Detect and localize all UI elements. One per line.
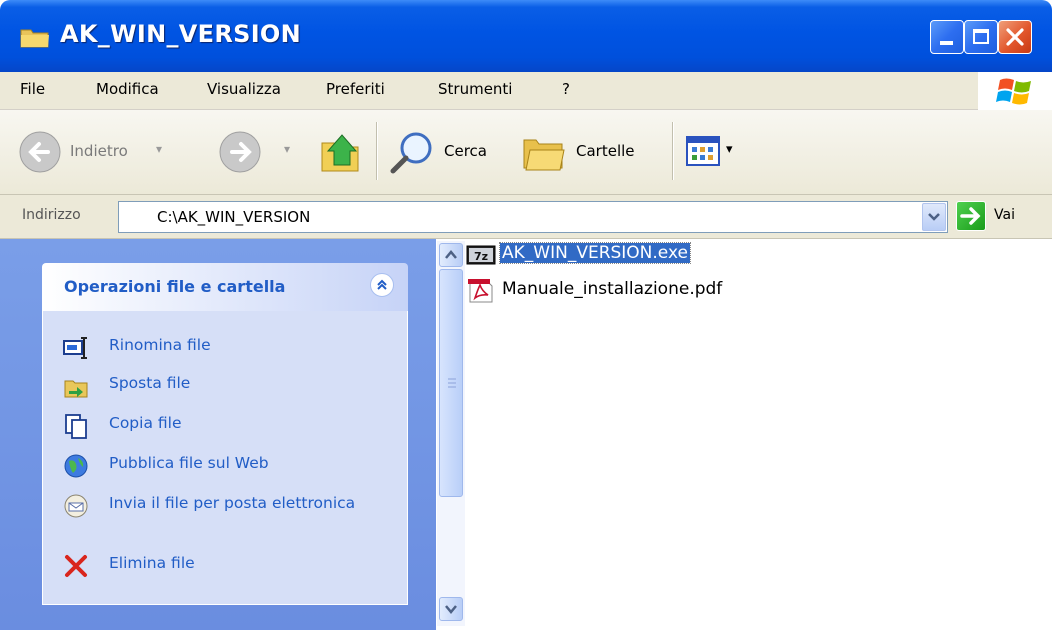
file-name: Manuale_installazione.pdf — [502, 279, 723, 299]
close-button[interactable] — [998, 20, 1032, 54]
folders-icon — [523, 139, 565, 171]
grip-icon — [448, 378, 456, 388]
scroll-thumb[interactable] — [439, 269, 463, 497]
vertical-scrollbar[interactable] — [437, 241, 465, 626]
search-label: Cerca — [444, 142, 487, 160]
back-button[interactable]: Indietro ▾ — [18, 130, 198, 174]
double-chevron-up-icon — [377, 279, 387, 290]
chevron-up-icon — [445, 250, 457, 259]
7z-icon: 7z — [466, 245, 496, 265]
task-label: Copia file — [109, 414, 182, 432]
move-icon — [64, 380, 88, 398]
chevron-down-icon — [928, 213, 940, 221]
forward-arrow-icon — [219, 131, 261, 173]
file-name: AK_WIN_VERSION.exe — [499, 242, 691, 264]
address-value: C:\AK_WIN_VERSION — [157, 208, 311, 226]
address-dropdown-button[interactable] — [922, 203, 946, 231]
folder-icon — [20, 29, 49, 48]
menu-preferiti[interactable]: Preferiti — [326, 80, 385, 98]
windows-flag-icon — [996, 78, 1031, 105]
svg-text:7z: 7z — [474, 250, 488, 263]
toolbar: Indietro ▾ ▾ Cerca Cartelle ▾ — [0, 110, 1052, 195]
copy-icon — [65, 414, 87, 439]
task-panel-header[interactable]: Operazioni file e cartella — [42, 263, 408, 311]
menu-modifica[interactable]: Modifica — [96, 80, 159, 98]
menu-file[interactable]: File — [20, 80, 45, 98]
email-icon — [64, 494, 88, 518]
back-dropdown-icon: ▾ — [156, 142, 163, 156]
menu-help[interactable]: ? — [562, 80, 570, 98]
folders-label: Cartelle — [576, 142, 635, 160]
maximize-icon — [973, 29, 989, 44]
forward-dropdown-icon: ▾ — [284, 142, 291, 156]
task-label: Invia il file per posta elettronica — [109, 494, 356, 512]
minimize-button[interactable] — [930, 20, 964, 54]
title-bar[interactable]: AK_WIN_VERSION — [0, 0, 1052, 72]
windows-logo — [978, 72, 1052, 110]
search-button[interactable]: Cerca — [388, 128, 508, 176]
views-button[interactable]: ▾ — [686, 136, 750, 172]
task-label: Elimina file — [109, 554, 195, 572]
task-panel-title: Operazioni file e cartella — [64, 277, 286, 296]
scroll-down-button[interactable] — [439, 597, 463, 621]
menu-bar: File Modifica Visualizza Preferiti Strum… — [0, 72, 1052, 110]
address-bar: Indirizzo C:\AK_WIN_VERSION Vai — [0, 195, 1052, 239]
go-button[interactable] — [956, 201, 986, 231]
maximize-button[interactable] — [964, 20, 998, 54]
task-label: Rinomina file — [109, 336, 211, 354]
task-pane: Operazioni file e cartella Rinomina file… — [0, 239, 436, 630]
toolbar-separator — [672, 122, 673, 180]
collapse-button[interactable] — [370, 273, 394, 297]
menu-strumenti[interactable]: Strumenti — [438, 80, 512, 98]
address-label: Indirizzo — [22, 207, 81, 223]
minimize-icon — [940, 41, 953, 45]
delete-icon — [65, 555, 87, 577]
rename-icon — [63, 337, 87, 359]
task-label: Sposta file — [109, 374, 191, 392]
folders-button[interactable]: Cartelle — [522, 130, 662, 174]
back-arrow-icon — [19, 131, 61, 173]
close-icon — [1006, 28, 1024, 46]
address-input[interactable]: C:\AK_WIN_VERSION — [118, 201, 948, 233]
up-folder-icon[interactable] — [318, 129, 364, 175]
views-dropdown-icon: ▾ — [726, 142, 733, 157]
chevron-down-icon — [445, 605, 457, 614]
toolbar-separator — [376, 122, 377, 180]
task-panel-body: Rinomina file Sposta file Copia file Pub… — [42, 311, 408, 605]
views-icon — [686, 136, 720, 166]
scroll-up-button[interactable] — [439, 243, 463, 267]
go-arrow-icon — [960, 207, 981, 225]
search-icon — [390, 132, 432, 174]
back-label: Indietro — [70, 142, 128, 160]
pdf-icon — [468, 279, 493, 303]
web-publish-icon — [64, 454, 88, 478]
task-label: Pubblica file sul Web — [109, 454, 269, 472]
window-title: AK_WIN_VERSION — [60, 20, 302, 48]
menu-visualizza[interactable]: Visualizza — [207, 80, 281, 98]
forward-button[interactable]: ▾ — [218, 130, 291, 174]
go-label[interactable]: Vai — [994, 207, 1015, 223]
